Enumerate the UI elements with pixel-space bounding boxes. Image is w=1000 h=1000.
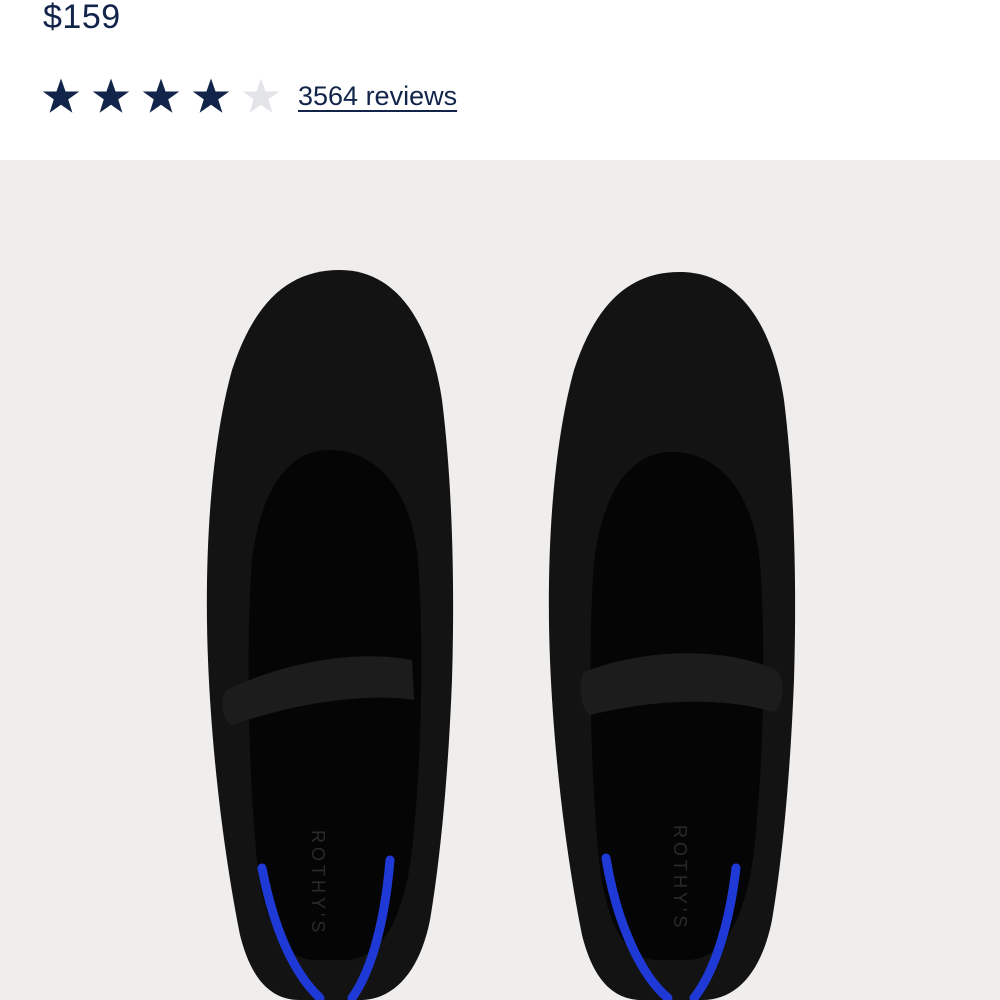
left-shoe: ROTHY'S — [206, 270, 454, 1000]
right-shoe: ROTHY'S — [548, 272, 796, 1000]
left-insole-logo: ROTHY'S — [308, 830, 328, 936]
star-filled-icon — [92, 78, 130, 113]
star-empty-icon — [242, 78, 280, 113]
star-filled-icon — [142, 78, 180, 113]
product-price: $159 — [43, 0, 121, 36]
star-rating — [42, 77, 292, 115]
rating-row: 3564 reviews — [42, 72, 457, 120]
star-filled-icon — [192, 78, 230, 113]
product-image[interactable]: ROTHY'S ROTHY'S — [0, 160, 1000, 1000]
reviews-link[interactable]: 3564 reviews — [298, 81, 457, 112]
star-filled-icon — [42, 78, 80, 113]
shoes-illustration: ROTHY'S ROTHY'S — [206, 270, 796, 1000]
right-insole-logo: ROTHY'S — [670, 825, 690, 931]
